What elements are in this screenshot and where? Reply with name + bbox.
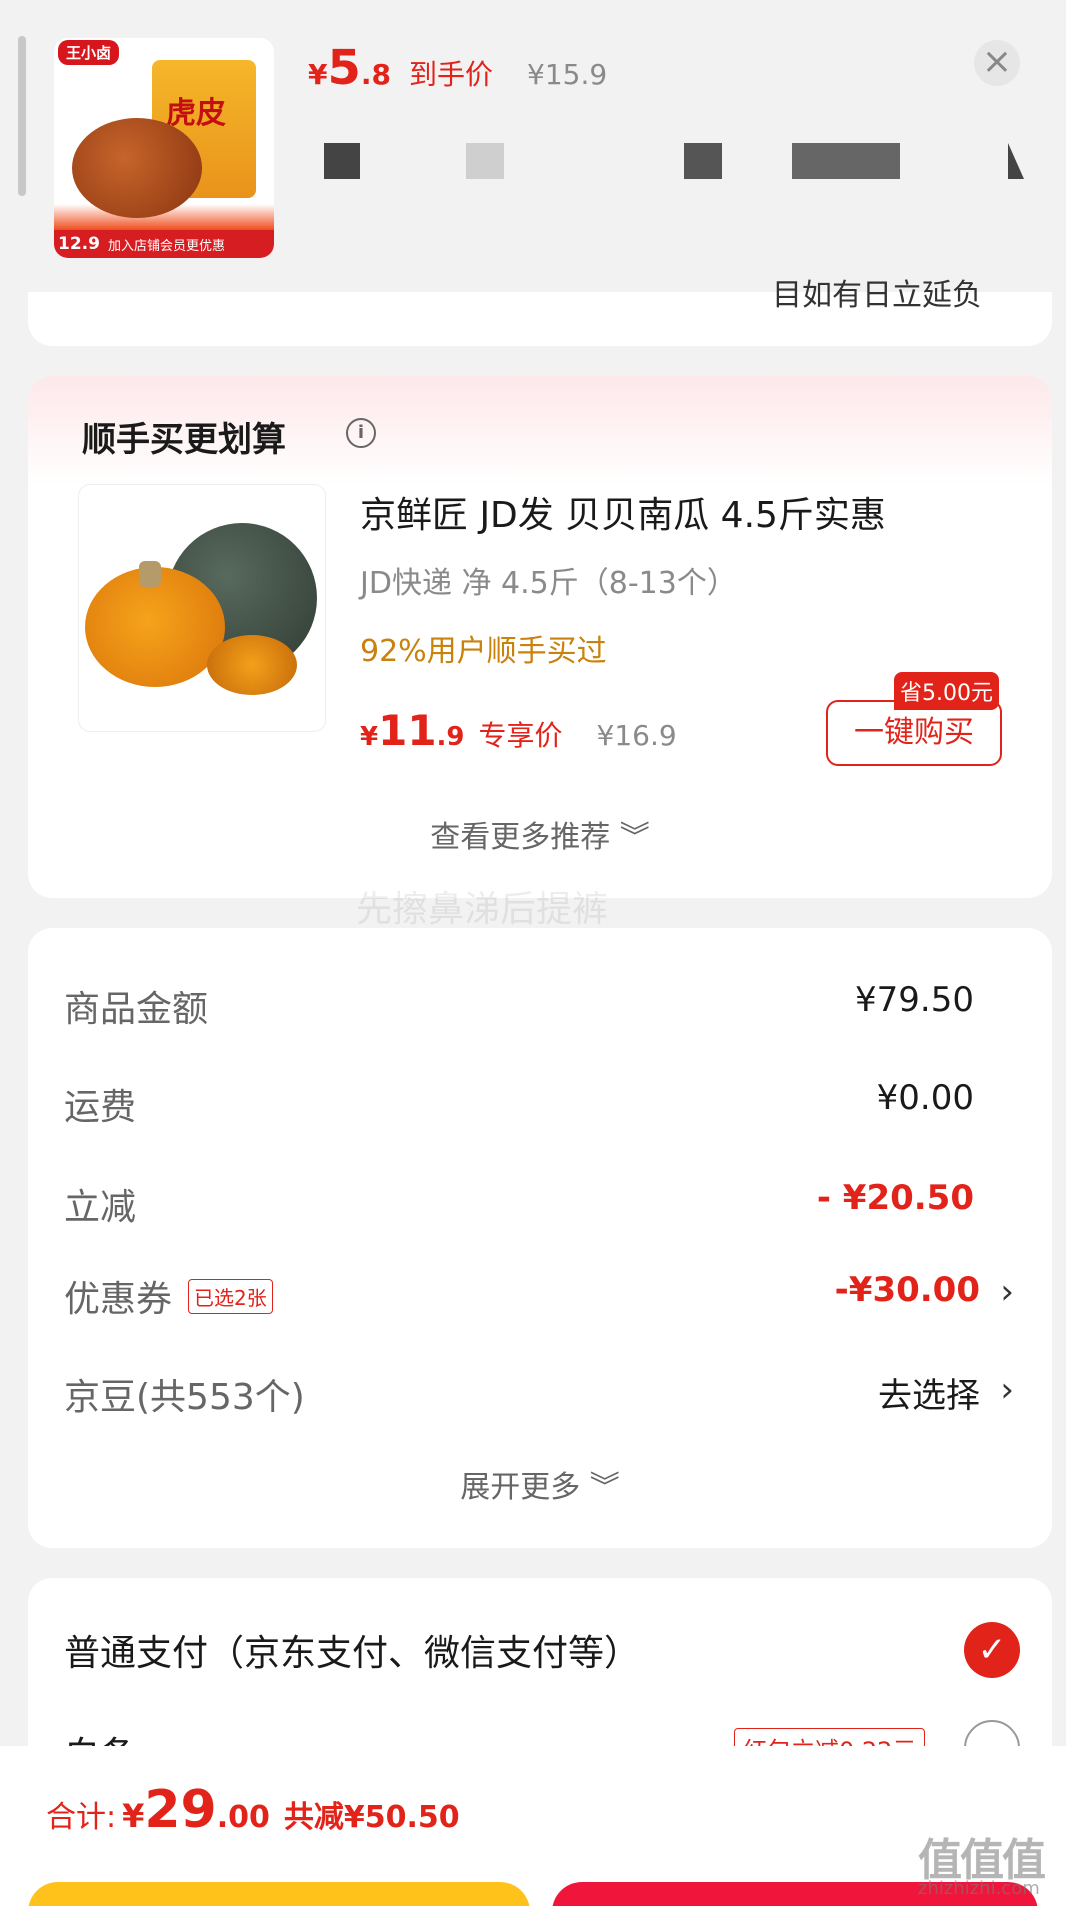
total-label: 合计: <box>46 1800 117 1835</box>
sku-option-blurred[interactable] <box>466 143 504 179</box>
original-price: ¥16.9 <box>596 719 677 752</box>
price-currency: ¥ <box>308 58 328 91</box>
coupon-label: 优惠券 <box>64 1279 173 1320</box>
summary-row-instant-discount: 立减 - ¥20.50 <box>64 1178 1044 1238</box>
more-recommendations-link[interactable]: 查看更多推荐 ︾ <box>28 812 1052 856</box>
summary-row-coupon[interactable]: 优惠券 已选2张 -¥30.00 › <box>64 1270 1044 1330</box>
info-icon[interactable]: i <box>346 418 376 448</box>
sku-option-blurred[interactable] <box>684 143 722 179</box>
row-value: ¥79.50 <box>855 980 974 1020</box>
checkmark-icon[interactable]: ✓ <box>964 1622 1020 1678</box>
pumpkin-stem-shape <box>139 561 161 587</box>
member-price: 12.9 <box>58 234 100 254</box>
price-decimal: .8 <box>360 58 392 91</box>
pumpkin-product-image[interactable] <box>78 484 326 732</box>
site-watermark-url: zhizhizhi.com <box>918 1878 1040 1899</box>
close-icon: × <box>981 41 1013 82</box>
row-label: 优惠券 已选2张 <box>64 1270 273 1322</box>
row-value: - ¥20.50 <box>816 1178 974 1218</box>
text-watermark: 先擦鼻涕后提裤 <box>356 889 609 930</box>
price-currency: ¥ <box>360 722 379 752</box>
product-name[interactable]: 京鲜匠 JD发 贝贝南瓜 4.5斤实惠 <box>360 486 886 538</box>
recommend-card: 顺手买更划算 i 京鲜匠 JD发 贝贝南瓜 4.5斤实惠 JD快递 净 4.5斤… <box>28 376 1052 898</box>
total-currency: ¥ <box>122 1797 145 1835</box>
product-thumbnail: 虎皮 王小卤 12.9 加入店铺会员更优惠 <box>54 38 274 258</box>
price-integer: 5 <box>327 40 361 96</box>
partial-card: 目如有日立延负 <box>28 278 1052 346</box>
sku-option-blurred[interactable] <box>1008 143 1024 179</box>
product-popularity: 92%用户顺手买过 <box>360 634 607 669</box>
chevron-right-icon: › <box>1000 1370 1014 1410</box>
total-amount: 合计: ¥ 29 .00 共减¥50.50 <box>46 1780 460 1840</box>
bag-title: 虎皮 <box>166 96 226 131</box>
total-saved: 共减¥50.50 <box>283 1800 460 1835</box>
clipped-text: 目如有日立延负 <box>772 278 982 313</box>
product-spec: JD快递 净 4.5斤（8-13个） <box>360 566 737 601</box>
row-label: 立减 <box>64 1187 137 1228</box>
member-price-bar: 12.9 加入店铺会员更优惠 <box>54 230 274 258</box>
summary-row-jingdou[interactable]: 京豆(共553个) 去选择 › <box>64 1368 1044 1428</box>
summary-row-shipping: 运费 ¥0.00 <box>64 1078 1044 1138</box>
chicken-image <box>72 118 202 218</box>
original-price: ¥15.9 <box>527 58 608 91</box>
brand-logo: 王小卤 <box>58 40 120 65</box>
sku-option-blurred[interactable] <box>324 143 360 179</box>
row-value: ¥0.00 <box>876 1078 974 1118</box>
price-decimal: .9 <box>436 722 465 752</box>
header-price: ¥ 5 .8 到手价 ¥15.9 <box>308 40 607 96</box>
sku-option-blurred[interactable] <box>792 143 900 179</box>
row-value: -¥30.00 <box>834 1270 980 1310</box>
coupon-selected-tag: 已选2张 <box>188 1278 273 1314</box>
price-integer: 11 <box>378 706 437 755</box>
expand-more-link[interactable]: 展开更多 ︾ <box>28 1462 1052 1506</box>
secondary-action-button[interactable] <box>28 1882 530 1906</box>
checkout-bar: 合计: ¥ 29 .00 共减¥50.50 <box>0 1746 1066 1906</box>
close-button[interactable]: × <box>974 40 1020 86</box>
row-label: 京豆(共553个) <box>64 1377 305 1418</box>
recommend-title: 顺手买更划算 <box>82 420 286 460</box>
total-integer: 29 <box>144 1780 217 1840</box>
save-badge: 省5.00元 <box>894 672 999 710</box>
price-label: 到手价 <box>409 58 494 91</box>
pumpkin-slice-shape <box>207 635 297 695</box>
product-header: 虎皮 王小卤 12.9 加入店铺会员更优惠 ¥ 5 .8 到手价 ¥15.9 × <box>0 0 1066 290</box>
row-value: 去选择 <box>878 1376 980 1416</box>
summary-row-goods-amount: 商品金额 ¥79.50 <box>64 980 1044 1040</box>
row-label: 运费 <box>64 1087 137 1128</box>
scroll-indicator[interactable] <box>18 36 26 196</box>
member-text: 加入店铺会员更优惠 <box>107 238 225 254</box>
price-label: 专享价 <box>478 719 563 752</box>
product-price: ¥ 11 .9 专享价 ¥16.9 <box>360 706 677 755</box>
chevron-right-icon: › <box>1000 1272 1014 1312</box>
row-label: 商品金额 <box>64 989 209 1030</box>
payment-option-normal[interactable]: 普通支付（京东支付、微信支付等） <box>64 1624 640 1676</box>
order-summary-card: 商品金额 ¥79.50 运费 ¥0.00 立减 - ¥20.50 优惠券 已选2… <box>28 928 1052 1548</box>
total-decimal: .00 <box>216 1800 270 1835</box>
